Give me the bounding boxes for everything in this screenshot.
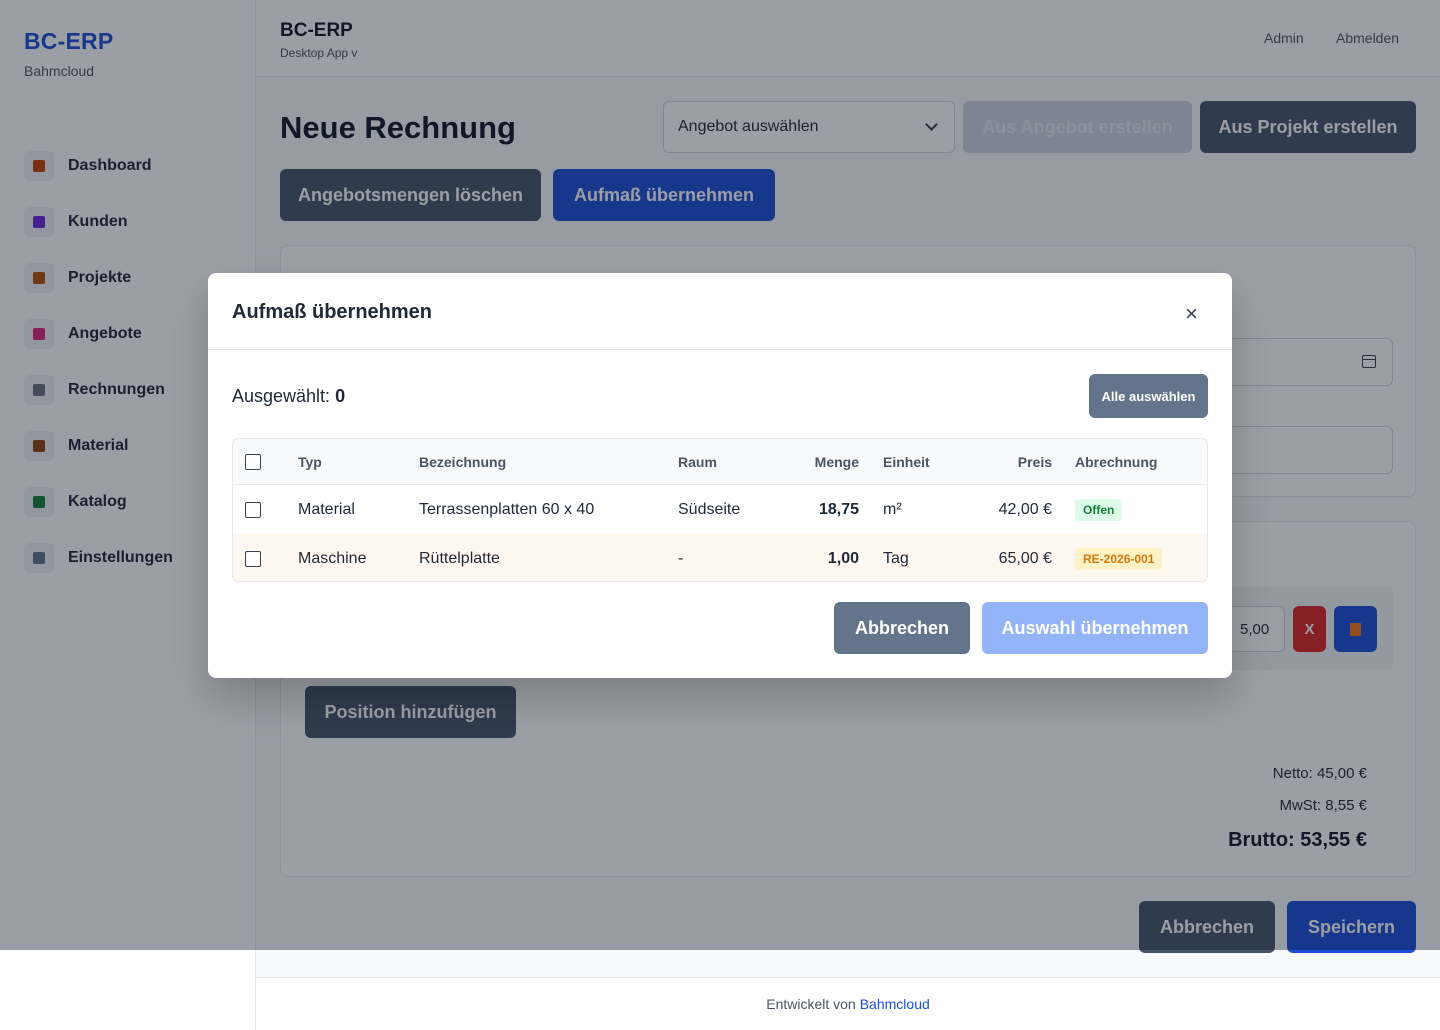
col-einheit: Einheit	[883, 453, 930, 470]
col-menge: Menge	[814, 453, 859, 470]
footer-text: Entwickelt von	[766, 996, 856, 1012]
selected-label: Ausgewählt:	[232, 386, 331, 406]
apply-selection-button[interactable]: Auswahl übernehmen	[982, 602, 1208, 654]
cell-menge: 1,00	[827, 549, 859, 567]
select-all-checkbox[interactable]	[245, 453, 261, 470]
cell-einheit: m²	[883, 500, 902, 518]
cell-typ: Maschine	[298, 549, 367, 567]
col-abrechnung: Abrechnung	[1075, 453, 1158, 470]
row-checkbox-cell	[245, 534, 261, 581]
cell-menge: 18,75	[818, 500, 859, 518]
row-checkbox-cell	[245, 485, 261, 534]
status-badge: Offen	[1075, 498, 1123, 521]
select-all-checkbox-cell	[245, 439, 261, 484]
cell-abrechnung: RE-2026-001	[1075, 534, 1163, 581]
measurement-table: Typ Bezeichnung Raum Menge Einheit Preis…	[232, 438, 1208, 582]
select-all-button[interactable]: Alle auswählen	[1089, 374, 1208, 418]
cell-bezeichnung: Rüttelplatte	[419, 549, 500, 567]
row-checkbox[interactable]	[245, 501, 261, 518]
footer: Entwickelt von Bahmcloud	[256, 977, 1440, 1030]
cell-preis: 42,00 €	[998, 500, 1052, 518]
cell-bezeichnung: Terrassenplatten 60 x 40	[419, 500, 595, 518]
status-badge: RE-2026-001	[1075, 547, 1163, 570]
cell-typ: Material	[298, 500, 355, 518]
table-row[interactable]: Maschine Rüttelplatte - 1,00 Tag 65,00 € RE-20…	[233, 534, 1207, 581]
col-raum: Raum	[678, 453, 717, 470]
footer-link[interactable]: Bahmcloud	[860, 996, 930, 1012]
col-typ: Typ	[298, 453, 322, 470]
table-row[interactable]: Material Terrassenplatten 60 x 40 Südseite…	[233, 485, 1207, 534]
row-checkbox[interactable]	[245, 550, 261, 567]
selected-count: Ausgewählt: 0	[232, 386, 345, 407]
modal-divider	[208, 349, 1232, 350]
cell-einheit: Tag	[883, 549, 909, 567]
selected-count-value: 0	[335, 386, 346, 406]
table-header-row: Typ Bezeichnung Raum Menge Einheit Preis…	[233, 439, 1207, 485]
col-preis: Preis	[1017, 453, 1052, 470]
cell-preis: 65,00 €	[998, 549, 1052, 567]
col-bezeichnung: Bezeichnung	[419, 453, 507, 470]
modal-title: Aufmaß übernehmen	[232, 301, 433, 323]
cell-raum: Südseite	[678, 500, 741, 518]
close-icon[interactable]: ×	[1185, 303, 1198, 325]
cell-raum: -	[678, 549, 684, 567]
measurement-modal: Aufmaß übernehmen × Ausgewählt: 0 Alle a…	[208, 273, 1232, 678]
modal-cancel-button[interactable]: Abbrechen	[834, 602, 970, 654]
cell-abrechnung: Offen	[1075, 485, 1123, 534]
